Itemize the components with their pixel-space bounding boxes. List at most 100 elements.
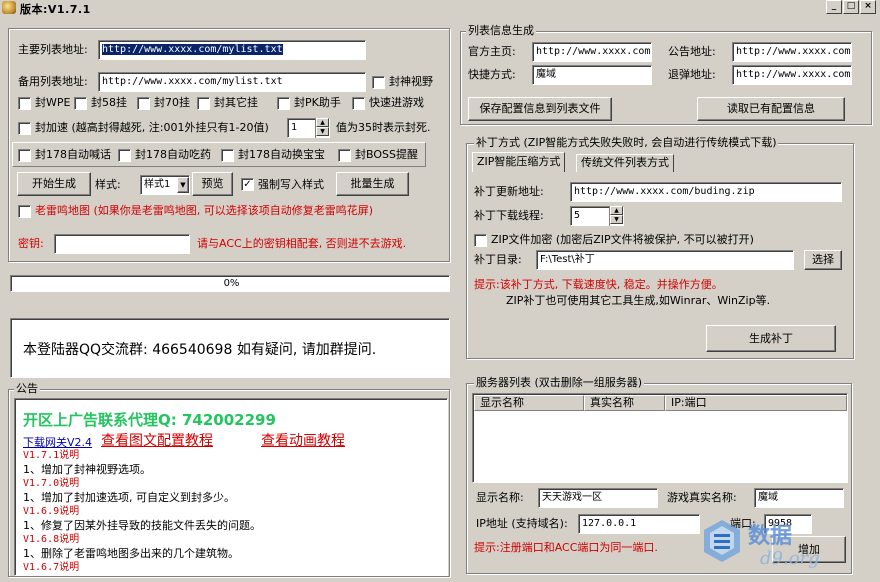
main-list-label: 主要列表地址:	[18, 43, 88, 56]
server-display-label: 显示名称:	[476, 491, 524, 504]
tab-zip[interactable]: ZIP智能压缩方式	[472, 152, 566, 172]
auto-pet-checkbox[interactable]	[221, 149, 234, 162]
patch-dir-input[interactable]: F:\Test\补丁	[536, 250, 794, 270]
vision-checkbox[interactable]	[372, 76, 385, 89]
auto-potion-label: 封178自动吃药	[135, 148, 211, 161]
watermark-brand: 数据	[748, 524, 793, 549]
server-ip-input[interactable]: 127.0.0.1	[578, 514, 700, 534]
speed-spinner[interactable]: ▲ ▼	[315, 118, 329, 138]
speed-checkbox[interactable]	[18, 122, 31, 135]
app-icon	[2, 1, 16, 14]
picture-tutorial-link[interactable]: 查看图文配置教程	[101, 430, 213, 450]
qq-text: 本登陆器QQ交流群: 466540698 如有疑问, 请加群提问.	[23, 342, 377, 358]
main-list-input[interactable]: http://www.xxxx.com/mylist.txt	[98, 40, 366, 60]
thunder-map-label: 老雷鸣地图 (如果你是老雷鸣地图, 可以选择该项自动修复老雷鸣花屏)	[35, 204, 374, 217]
key-label: 密钥:	[18, 237, 44, 250]
auto-pet-label: 封178自动换宝宝	[238, 148, 325, 161]
notice-url-input[interactable]: http://www.xxxx.com	[732, 42, 852, 62]
wpe-checkbox[interactable]	[18, 97, 31, 110]
patch-url-input[interactable]: http://www.xxxx.com/buding.zip	[570, 182, 842, 202]
server-display-input[interactable]: 天天游戏一区	[538, 488, 658, 508]
batch-generate-button[interactable]: 批量生成	[336, 172, 409, 196]
column-real-name[interactable]: 真实名称	[584, 395, 665, 411]
notice-url-label: 公告地址:	[668, 45, 716, 58]
boss-alert-label: 封BOSS提醒	[355, 148, 418, 161]
announcement-headline: 开区上广告联系代理Q: 742002299	[23, 411, 276, 429]
changelog-entry: 1、删除了老雷鸣地图多出来的几个建筑物。	[23, 547, 239, 560]
changelog-entry: 1、修复了因某外挂导致的技能文件丢失的问题。	[23, 519, 261, 532]
threads-spinner[interactable]: ▲ ▼	[609, 206, 623, 226]
popup-url-input[interactable]: http://www.xxxx.com	[732, 65, 852, 85]
minimize-button[interactable]: _	[826, 0, 842, 14]
force-write-label: 强制写入样式	[258, 178, 324, 191]
speed-label: 封加速 (越高封得越死, 注:001外挂只有1-20值)	[35, 121, 269, 134]
other-cheat-checkbox[interactable]	[197, 97, 210, 110]
g70-checkbox[interactable]	[137, 97, 150, 110]
announcement-legend: 公告	[14, 382, 40, 395]
server-legend: 服务器列表 (双击删除一组服务器)	[474, 376, 645, 389]
homepage-input[interactable]: http://www.xxxx.com	[532, 42, 652, 62]
changelog-version: V1.6.9说明	[23, 506, 80, 517]
popup-url-label: 退弹地址:	[668, 68, 716, 81]
changelog-version: V1.7.0说明	[23, 478, 80, 489]
qq-panel: 本登陆器QQ交流群: 466540698 如有疑问, 请加群提问.	[10, 318, 450, 378]
announcement-box: 开区上广告联系代理Q: 742002299 下载网关V2.4 查看图文配置教程 …	[14, 398, 448, 576]
other-cheat-label: 封其它挂	[214, 96, 258, 109]
watermark-logo-icon	[702, 518, 742, 564]
chevron-down-icon[interactable]: ▼	[177, 177, 189, 193]
changelog-version: V1.6.7说明	[23, 562, 80, 573]
thunder-map-checkbox[interactable]	[18, 205, 31, 218]
spin-up-icon[interactable]: ▲	[610, 206, 623, 215]
quick-enter-checkbox[interactable]	[352, 97, 365, 110]
patch-tip-2: ZIP补丁也可使用其它工具生成,如Winrar、WinZip等.	[506, 294, 771, 307]
changelog-version: V1.6.8说明	[23, 534, 80, 545]
server-ip-label: IP地址 (支持域名):	[476, 517, 568, 530]
shortcut-label: 快捷方式:	[468, 68, 516, 81]
browse-button[interactable]: 选择	[804, 250, 842, 270]
patch-dir-label: 补丁目录:	[474, 253, 522, 266]
force-write-checkbox[interactable]: ✓	[241, 178, 254, 191]
g70-label: 封70挂	[154, 96, 190, 109]
patch-legend: 补丁方式 (ZIP智能方式失败失败时, 会自动进行传统模式下载)	[474, 136, 779, 149]
column-ip-port[interactable]: IP:端口	[665, 395, 847, 411]
spin-down-icon[interactable]: ▼	[316, 127, 329, 136]
generate-patch-button[interactable]: 生成补丁	[706, 325, 836, 352]
zip-encrypt-label: ZIP文件加密 (加密后ZIP文件将被保护, 不可以被打开)	[491, 233, 754, 246]
preview-button[interactable]: 预览	[192, 172, 233, 196]
start-generate-button[interactable]: 开始生成	[17, 172, 91, 196]
progress-text: 0%	[223, 278, 240, 289]
homepage-label: 官方主页:	[468, 45, 516, 58]
g58-label: 封58挂	[91, 96, 127, 109]
key-input[interactable]	[54, 234, 190, 254]
boss-alert-checkbox[interactable]	[338, 149, 351, 162]
animation-tutorial-link[interactable]: 查看动画教程	[261, 430, 345, 450]
spin-down-icon[interactable]: ▼	[610, 215, 623, 224]
gateway-link[interactable]: 下载网关V2.4	[23, 434, 92, 450]
speed-suffix: 值为35时表示封死.	[336, 121, 431, 134]
vision-label: 封神视野	[389, 75, 433, 88]
read-config-button[interactable]: 读取已有配置信息	[697, 97, 845, 121]
server-table[interactable]: 显示名称 真实名称 IP:端口	[472, 393, 848, 483]
quick-enter-label: 快速进游戏	[369, 96, 424, 109]
tab-traditional[interactable]: 传统文件列表方式	[576, 154, 674, 172]
auto-potion-checkbox[interactable]	[118, 149, 131, 162]
style-label: 样式:	[95, 178, 121, 191]
window-title: 版本:V1.7.1	[20, 3, 91, 16]
g58-checkbox[interactable]	[74, 97, 87, 110]
spin-up-icon[interactable]: ▲	[316, 118, 329, 127]
watermark-sub: d9.org	[760, 548, 820, 569]
wpe-label: 封WPE	[35, 96, 71, 109]
server-real-input[interactable]: 魔域	[754, 488, 844, 508]
title-bar: 版本:V1.7.1 _ □ ×	[0, 0, 880, 16]
backup-list-input[interactable]: http://www.xxxx.com/mylist.txt	[98, 72, 366, 92]
column-display-name[interactable]: 显示名称	[474, 395, 584, 411]
maximize-button[interactable]: □	[843, 0, 859, 14]
save-config-button[interactable]: 保存配置信息到列表文件	[468, 97, 612, 121]
zip-encrypt-checkbox[interactable]	[474, 234, 487, 247]
pk-helper-checkbox[interactable]	[277, 97, 290, 110]
close-button[interactable]: ×	[860, 0, 876, 14]
auto-shout-checkbox[interactable]	[18, 149, 31, 162]
server-tip: 提示:注册端口和ACC端口为同一端口.	[474, 541, 658, 554]
shortcut-input[interactable]: 魔域	[532, 65, 652, 85]
pk-helper-label: 封PK助手	[294, 96, 341, 109]
